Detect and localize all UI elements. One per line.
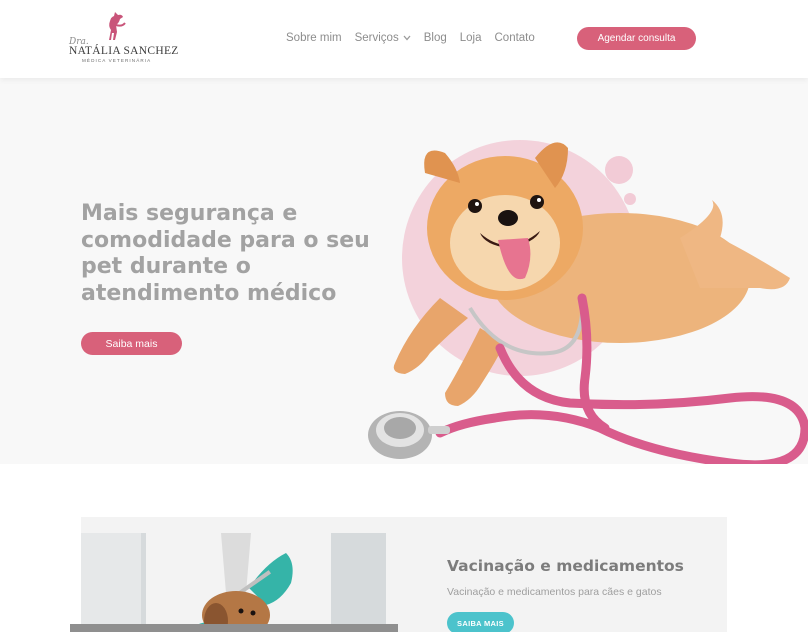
image-shadow (70, 624, 398, 632)
nav-item-label: Sobre mim (286, 32, 342, 44)
dog-logo-icon (109, 12, 126, 40)
main-nav: Sobre mim Serviços Blog Loja Contato (286, 32, 548, 44)
nav-item-sobre-mim[interactable]: Sobre mim (286, 32, 342, 44)
schedule-appointment-button[interactable]: Agendar consulta (577, 27, 696, 50)
nav-item-contato[interactable]: Contato (495, 32, 535, 44)
nav-item-label: Blog (423, 32, 447, 44)
service-card: Vacinação e medicamentos Vacinação e med… (81, 517, 727, 632)
chevron-down-icon (403, 34, 411, 43)
hero-section: Mais segurança e comodidade para o seu p… (0, 78, 808, 464)
nav-item-label: Loja (459, 32, 482, 44)
nav-item-blog[interactable]: Blog (424, 32, 447, 44)
nav-item-servicos[interactable]: Serviços (355, 32, 411, 44)
logo-name: NATÁLIA SANCHEZ (69, 45, 179, 57)
nav-item-label: Serviços (354, 32, 399, 44)
hero-title: Mais segurança e comodidade para o seu p… (81, 201, 370, 306)
nav-item-loja[interactable]: Loja (460, 32, 482, 44)
dog-with-stethoscope-image (368, 140, 808, 464)
nav-item-label: Contato (494, 32, 535, 44)
logo-subtitle: MÉDICA VETERINÁRIA (82, 58, 152, 63)
service-learn-more-button[interactable]: SAIBA MAIS (447, 612, 514, 632)
learn-more-button[interactable]: Saiba mais (81, 332, 182, 355)
logo[interactable]: Dra. NATÁLIA SANCHEZ MÉDICA VETERINÁRIA (66, 10, 178, 68)
site-header: Dra. NATÁLIA SANCHEZ MÉDICA VETERINÁRIA … (0, 0, 808, 78)
service-title: Vacinação e medicamentos (447, 557, 684, 575)
vet-vaccinating-puppy-image (81, 533, 386, 632)
service-description: Vacinação e medicamentos para cães e gat… (447, 586, 662, 598)
